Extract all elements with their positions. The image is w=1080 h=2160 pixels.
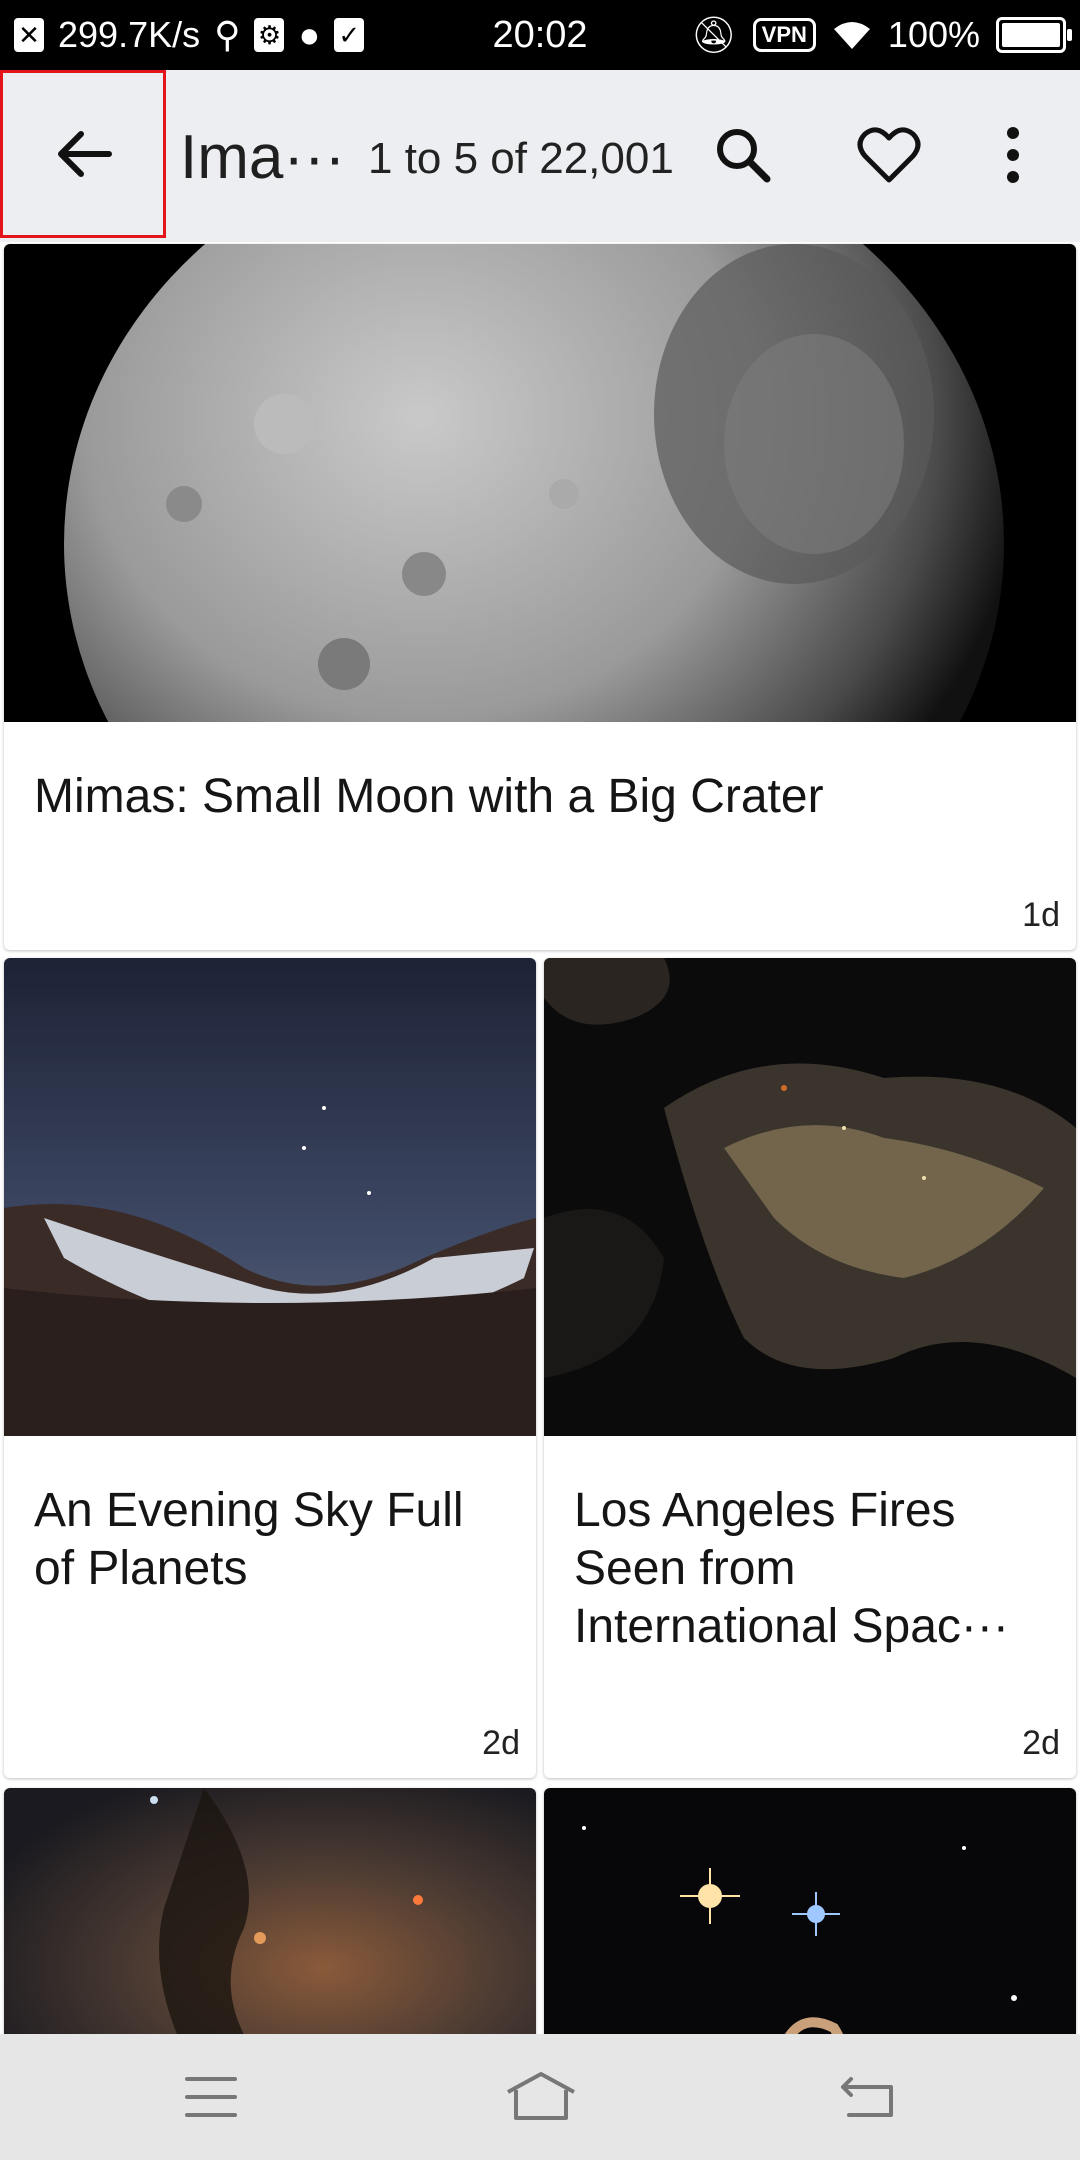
card-age: 2d bbox=[1022, 1724, 1060, 1762]
heart-icon bbox=[857, 127, 921, 183]
search-icon bbox=[717, 129, 771, 183]
home-icon bbox=[507, 2072, 575, 2120]
more-vert-icon bbox=[1007, 127, 1019, 183]
favorite-button[interactable] bbox=[844, 110, 934, 200]
card-title: Los Angeles Fires Seen from Internationa… bbox=[574, 1484, 1009, 1653]
menu-icon bbox=[185, 2077, 237, 2117]
card-age: 1d bbox=[1022, 896, 1060, 934]
card-title: An Evening Sky Full of Planets bbox=[34, 1484, 464, 1595]
battery-icon bbox=[996, 17, 1072, 53]
card-image-mimas bbox=[4, 244, 1076, 722]
vpn-icon: VPN bbox=[752, 18, 816, 52]
search-button[interactable] bbox=[698, 110, 788, 200]
article-card[interactable]: An Evening Sky Full of Planets 2d bbox=[4, 958, 536, 1778]
nav-home-button[interactable] bbox=[496, 2062, 586, 2132]
back-arrow-icon bbox=[58, 131, 112, 177]
card-image-evening-sky bbox=[4, 958, 536, 1436]
app-bar: Ima··· 1 to 5 of 22,001 bbox=[0, 70, 1080, 242]
article-card[interactable]: Mimas: Small Moon with a Big Crater 1d bbox=[4, 244, 1076, 950]
card-age: 2d bbox=[482, 1724, 520, 1762]
result-count: 1 to 5 of 22,001 bbox=[368, 134, 674, 183]
nav-back-button[interactable] bbox=[824, 2062, 914, 2132]
article-card[interactable]: Los Angeles Fires Seen from Internationa… bbox=[544, 958, 1076, 1778]
card-title: Mimas: Small Moon with a Big Crater bbox=[34, 770, 824, 823]
bell-off-icon: 🔕︎ bbox=[690, 14, 737, 55]
status-bar: ✕ 299.7K/s ⚲ ⚙ ● ✓ 20:02 🔕︎ VPN 100% bbox=[0, 0, 1080, 70]
battery-percent: 100% bbox=[887, 14, 980, 55]
nav-menu-button[interactable] bbox=[166, 2062, 256, 2132]
more-options-button[interactable] bbox=[968, 110, 1058, 200]
system-nav-bar bbox=[0, 2034, 1080, 2160]
back-button[interactable] bbox=[0, 70, 166, 238]
back-icon bbox=[841, 2077, 893, 2117]
wifi-icon bbox=[833, 22, 870, 49]
page-title: Ima··· bbox=[180, 123, 340, 192]
card-image-los-angeles-fires bbox=[544, 958, 1076, 1436]
